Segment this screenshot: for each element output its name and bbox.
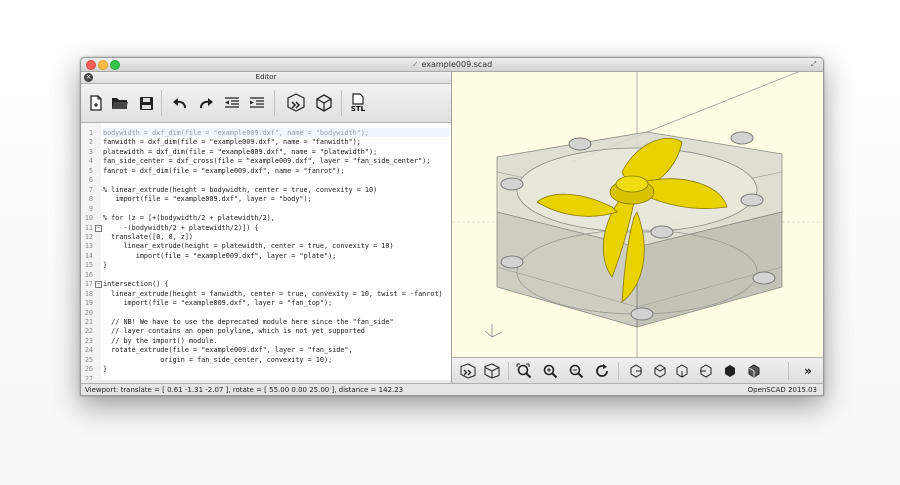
current-line-highlight (103, 128, 450, 137)
unindent-icon[interactable] (221, 90, 243, 116)
export-stl-label: STL (350, 105, 366, 113)
toolbar-separator (788, 362, 789, 380)
viewer-toolbar: » (452, 357, 823, 384)
export-stl-icon (352, 93, 364, 105)
title-bar: ✓ example009.scad ⤢ (81, 58, 823, 72)
open-folder-icon[interactable] (109, 90, 131, 116)
view-bottom-icon[interactable] (672, 361, 692, 381)
model-render (452, 72, 823, 357)
toolbar-separator (508, 362, 509, 380)
save-icon[interactable] (135, 90, 157, 116)
new-file-icon[interactable] (85, 90, 107, 116)
editor-toolbar: STL (81, 84, 451, 123)
viewport-status: Viewport: translate = [ 0.61 -1.31 -2.07… (85, 386, 404, 394)
zoom-out-icon[interactable] (566, 361, 586, 381)
render-icon[interactable] (313, 90, 335, 116)
window-title: ✓ example009.scad (81, 58, 823, 71)
redo-icon[interactable] (195, 90, 217, 116)
preview-icon[interactable] (285, 90, 307, 116)
view-front-icon[interactable] (720, 361, 740, 381)
status-bar: Viewport: translate = [ 0.61 -1.31 -2.07… (81, 383, 823, 395)
toolbar-separator (618, 362, 619, 380)
code-editor[interactable]: 1bodywidth = dxf_dim(file = "example009.… (81, 123, 451, 380)
zoom-in-icon[interactable] (540, 361, 560, 381)
view-top-icon[interactable] (650, 361, 670, 381)
document-icon: ✓ (411, 60, 419, 69)
preview-icon[interactable] (458, 361, 478, 381)
version-label: OpenSCAD 2015.03 (747, 386, 817, 394)
editor-header: × Editor (81, 72, 451, 84)
export-stl-button[interactable]: STL (347, 90, 369, 116)
undo-icon[interactable] (169, 90, 191, 116)
indent-icon[interactable] (246, 90, 268, 116)
toolbar-separator (341, 90, 342, 116)
toolbar-separator (161, 90, 162, 116)
reset-view-icon[interactable] (592, 361, 612, 381)
app-window: ✓ example009.scad ⤢ × Editor STL 1 2 fan… (80, 57, 824, 396)
view-back-icon[interactable] (744, 361, 764, 381)
line-number: 27 (84, 374, 93, 380)
editor-title: Editor (255, 73, 277, 81)
view-right-icon[interactable] (626, 361, 646, 381)
axis-indicator (484, 324, 503, 338)
code-line[interactable]: 27 (81, 374, 451, 380)
fullscreen-icon[interactable]: ⤢ (811, 60, 819, 68)
editor-pane: × Editor STL 1 2 fanwidth = dxf_dim(file… (81, 72, 452, 383)
fold-marker-icon[interactable]: − (95, 281, 102, 289)
render-icon[interactable] (482, 361, 502, 381)
more-icon[interactable]: » (798, 361, 818, 381)
toolbar-separator (274, 90, 275, 116)
view-all-icon[interactable] (514, 361, 534, 381)
3d-viewport[interactable] (452, 72, 823, 357)
fold-marker-icon[interactable]: − (95, 224, 102, 232)
view-left-icon[interactable] (696, 361, 716, 381)
window-title-text: example009.scad (421, 60, 493, 69)
